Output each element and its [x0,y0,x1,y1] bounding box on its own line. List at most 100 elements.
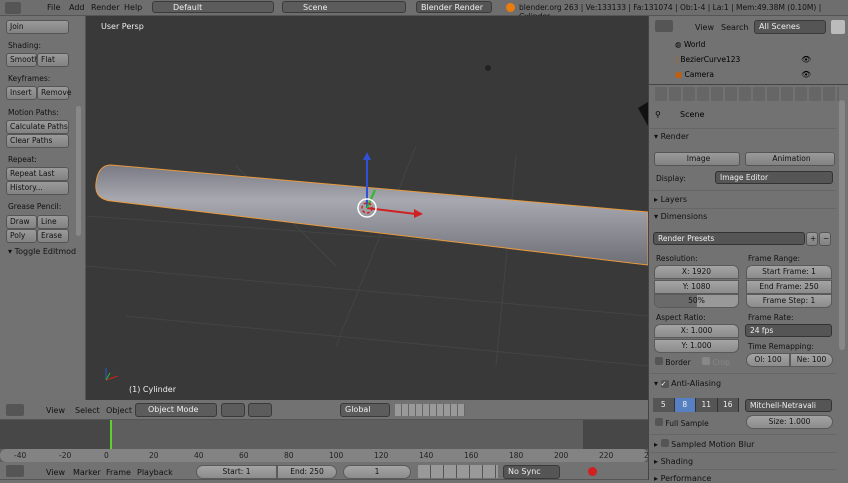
layers-panel-header[interactable]: ▸ Layers [654,195,687,204]
properties-context-tabs[interactable] [655,87,839,101]
performance-panel-header[interactable]: ▸ Performance [654,474,711,483]
timeline-menu-marker[interactable]: Marker [73,468,101,477]
clear-paths-button[interactable]: Clear Paths [6,134,69,148]
aa-samples-11[interactable]: 11 [696,398,718,412]
toggle-editmode-panel[interactable]: ▾ Toggle Editmod [8,247,76,256]
aspect-x-field[interactable]: X: 1.000 [654,324,739,338]
add-preset-button[interactable]: + [806,232,818,246]
aspect-y-field[interactable]: Y: 1.000 [654,339,739,353]
resolution-percentage-slider[interactable]: 50% [654,294,739,308]
shading-select[interactable] [221,403,245,417]
playback-controls[interactable] [418,465,498,478]
info-editor-type-icon[interactable] [5,2,21,14]
search-icon[interactable] [831,20,845,34]
crop-checkbox[interactable]: Crop [702,357,730,367]
timeline-editor-type-icon[interactable] [6,465,24,477]
visibility-eye-icon[interactable]: 👁 [801,70,811,79]
remove-keyframe-button[interactable]: Remove [37,86,71,100]
menu-file[interactable]: File [47,3,60,12]
render-presets-select[interactable]: Render Presets [653,232,805,245]
menu-add[interactable]: Add [69,3,85,12]
history-button[interactable]: History... [6,181,69,195]
pin-icon[interactable]: ⚲ [655,110,661,119]
render-engine-select[interactable]: Blender Render [416,1,492,13]
layout-name: Default [173,3,203,12]
menu-object[interactable]: Object [106,406,132,415]
flat-button[interactable]: Flat [37,53,69,67]
render-animation-button[interactable]: Animation [745,152,835,166]
pivot-select[interactable] [248,403,272,417]
tool-shelf-scrollbar[interactable] [76,106,81,236]
border-label: Border [665,358,691,367]
menu-view[interactable]: View [46,406,65,415]
current-frame-field[interactable]: 1 [343,465,411,479]
filter-size-field[interactable]: Size: 1.000 [746,415,833,429]
smooth-button[interactable]: Smooth [6,53,39,67]
motion-blur-panel-header[interactable]: ▸ Sampled Motion Blur [654,439,754,449]
resolution-x-field[interactable]: X: 1920 [654,265,739,279]
aa-samples-5[interactable]: 5 [653,398,675,412]
resolution-percentage-value: 50% [688,296,705,305]
layout-selector[interactable]: Default [152,1,274,13]
record-icon[interactable] [588,467,597,476]
camera-object[interactable] [638,102,648,126]
frame-ruler[interactable]: -40-200204060801001201401601802002202402… [0,449,703,462]
frame-step-field[interactable]: Frame Step: 1 [746,294,832,308]
shading-panel-header[interactable]: ▸ Shading [654,457,693,466]
full-sample-checkbox[interactable]: Full Sample [655,418,709,428]
lamp-icon[interactable] [485,65,491,71]
3d-viewport[interactable]: User Persp (1) Cylinder [86,16,648,400]
outliner-item-world[interactable]: ◍ World [675,40,705,49]
timeline[interactable]: -40-200204060801001201401601802002202402… [0,420,703,462]
blender-logo-icon [506,3,515,12]
properties-scrollbar[interactable] [839,100,845,350]
aa-samples-8[interactable]: 8 [674,398,696,412]
start-frame-prop-field[interactable]: Start Frame: 1 [746,265,832,279]
outliner-menu-search[interactable]: Search [721,23,748,32]
render-image-button[interactable]: Image [654,152,740,166]
menu-select[interactable]: Select [75,406,100,415]
layer-buttons[interactable] [395,404,465,416]
erase-button[interactable]: Erase [37,229,69,243]
display-select[interactable]: Image Editor [715,171,833,184]
visibility-eye-icon[interactable]: 👁 [801,55,811,64]
time-remap-old-field[interactable]: Ol: 100 [746,353,790,367]
aa-filter-select[interactable]: Mitchell-Netravali [745,399,832,412]
dimensions-panel-header[interactable]: ▾ Dimensions [654,212,707,221]
border-checkbox[interactable]: Border [655,357,691,367]
timeline-menu-playback[interactable]: Playback [137,468,173,477]
frame-rate-select[interactable]: 24 fps [745,324,832,337]
time-remap-new-field[interactable]: Ne: 100 [790,353,833,367]
render-panel-header[interactable]: ▾ Render [654,132,689,141]
orientation-select[interactable]: Global [340,403,390,417]
end-frame-field[interactable]: End: 250 [277,465,337,479]
anti-aliasing-panel-header[interactable]: ▾ ✓ Anti-Aliasing [654,379,721,388]
insert-keyframe-button[interactable]: Insert [6,86,37,100]
sync-select[interactable]: No Sync [503,465,560,479]
resolution-y-field[interactable]: Y: 1080 [654,280,739,294]
poly-button[interactable]: Poly [6,229,37,243]
start-frame-field[interactable]: Start: 1 [196,465,277,479]
calculate-paths-button[interactable]: Calculate Paths [6,120,69,134]
repeat-last-button[interactable]: Repeat Last [6,167,69,181]
outliner-menu-view[interactable]: View [695,23,714,32]
mode-select[interactable]: Object Mode [135,403,217,417]
line-button[interactable]: Line [37,215,69,229]
draw-button[interactable]: Draw [6,215,37,229]
aa-samples-16[interactable]: 16 [717,398,739,412]
join-button[interactable]: Join [6,20,69,34]
outliner-item-beziercurve[interactable]: ) BezierCurve123 [675,55,740,64]
current-frame-indicator[interactable] [110,420,112,450]
outliner-item-camera[interactable]: ■ Camera [675,70,714,79]
menu-render[interactable]: Render [91,3,119,12]
remove-preset-button[interactable]: − [819,232,831,246]
outliner-filter-select[interactable]: All Scenes [754,20,826,34]
timeline-menu-view[interactable]: View [46,468,65,477]
end-frame-prop-field[interactable]: End Frame: 250 [746,280,832,294]
editor-type-icon[interactable] [6,404,24,416]
scene-selector[interactable]: Scene [282,1,406,13]
timeline-menu-frame[interactable]: Frame [106,468,131,477]
timeline-tick-label: 120 [374,451,389,460]
outliner-editor-type-icon[interactable] [655,20,673,32]
menu-help[interactable]: Help [124,3,142,12]
